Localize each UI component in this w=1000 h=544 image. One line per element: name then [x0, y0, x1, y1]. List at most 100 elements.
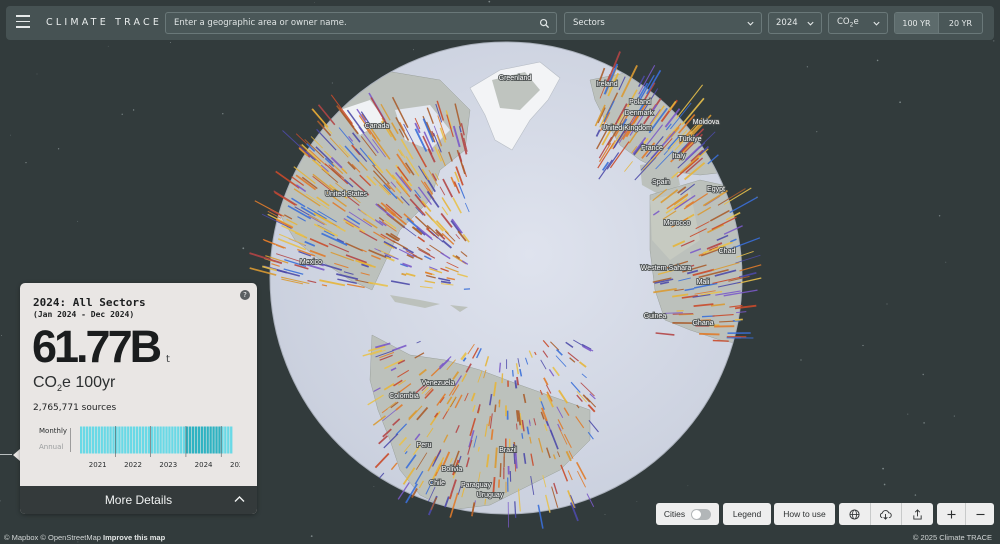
star	[922, 373, 924, 376]
emission-bar	[484, 498, 487, 505]
chart-bar	[85, 426, 89, 454]
year-label: 2024	[195, 461, 213, 469]
emission-bar	[516, 423, 518, 430]
annual-toggle[interactable]: Annual	[39, 443, 63, 451]
chart-bar	[135, 426, 139, 454]
chart-bar	[100, 426, 103, 454]
year-label: 2025	[230, 461, 240, 469]
emission-bar	[712, 339, 729, 342]
map-label: United Kingdom	[602, 125, 652, 132]
chart-bar	[185, 426, 189, 454]
map-label: Bolivia	[442, 466, 463, 473]
source-count: 2,765,771 sources	[33, 403, 117, 413]
search-input[interactable]	[174, 18, 529, 28]
chart-bar	[138, 426, 142, 454]
emission-bar	[282, 130, 309, 155]
gwp-20-button[interactable]: 20 YR	[939, 13, 982, 33]
chart-bar	[188, 426, 192, 454]
map-label: Uruguay	[477, 492, 504, 499]
legend-button[interactable]: Legend	[723, 503, 771, 525]
year-dropdown[interactable]: 2024	[768, 12, 822, 34]
map-label: Egypt	[707, 186, 725, 193]
chart-bar	[227, 426, 230, 454]
cloud-download-icon[interactable]	[871, 503, 902, 525]
help-icon[interactable]: ?	[240, 290, 250, 300]
chart-bar	[150, 426, 153, 454]
chart-bar	[191, 426, 195, 454]
gas-dropdown[interactable]: CO2e	[828, 12, 888, 34]
chart-bar	[165, 426, 168, 454]
star	[488, 0, 491, 3]
zoom-out-icon[interactable]	[966, 503, 994, 525]
star	[0, 500, 1, 502]
globe-map[interactable]: Greenland Canada United States Mexico Venezu…	[240, 30, 770, 540]
chart-bar	[221, 426, 224, 454]
copyright: © 2025 Climate TRACE	[912, 533, 992, 542]
chart-bar	[88, 426, 92, 454]
emission-bar	[514, 501, 517, 518]
how-to-use-button[interactable]: How to use	[774, 503, 835, 525]
chart-bar	[230, 426, 233, 454]
osm-link[interactable]: © OpenStreetMap	[40, 533, 101, 542]
map-label: Colombia	[389, 393, 419, 400]
star	[121, 113, 123, 115]
card-pointer	[13, 449, 20, 461]
total-emissions: 61.77B	[32, 321, 162, 372]
emission-bar	[646, 69, 662, 95]
share-icon[interactable]	[902, 503, 933, 525]
more-details-button[interactable]: More Details	[20, 486, 257, 514]
chart-bar	[127, 426, 130, 454]
chart-bar	[91, 426, 95, 454]
star	[132, 109, 135, 111]
emission-bar	[501, 373, 504, 384]
cities-switch[interactable]	[691, 508, 712, 520]
map-label: France	[641, 145, 663, 152]
zoom-controls	[937, 503, 994, 525]
gwp-100-button[interactable]: 100 YR	[895, 13, 938, 33]
map-label: Italy	[673, 153, 686, 160]
star	[907, 413, 909, 415]
emission-bar	[498, 399, 501, 408]
chart-bar	[159, 426, 162, 454]
chart-bar	[212, 426, 215, 454]
map-label: Chad	[719, 248, 736, 255]
globe-icon[interactable]	[839, 503, 870, 525]
star	[800, 359, 802, 361]
star	[938, 215, 941, 217]
chart-bar	[144, 426, 148, 454]
chart-bar	[80, 426, 83, 454]
chart-bar	[200, 426, 203, 454]
star	[886, 303, 888, 305]
improve-map-link[interactable]: Improve this map	[103, 533, 165, 542]
search-icon[interactable]	[539, 18, 550, 29]
chart-bar	[156, 426, 159, 454]
map-label: Ghana	[692, 320, 713, 327]
map-label: Brazil	[499, 447, 517, 454]
chart-bar	[97, 426, 100, 454]
cities-toggle[interactable]: Cities	[656, 503, 719, 525]
monthly-emissions-chart[interactable]: 2021 2022 2023 2024 2025	[70, 425, 240, 470]
star	[314, 2, 315, 3]
emission-bar	[514, 380, 518, 389]
star	[945, 261, 947, 263]
year-label: 2022	[124, 461, 142, 469]
emission-bar	[521, 433, 524, 439]
map-label: Western Sahara	[641, 265, 692, 272]
emission-bar	[699, 332, 720, 336]
chart-bar	[180, 426, 183, 454]
chart-bar	[209, 426, 212, 454]
app-logo[interactable]: CLIMATE TRACE	[46, 17, 162, 28]
chart-bar	[194, 426, 198, 454]
zoom-in-icon[interactable]	[937, 503, 965, 525]
date-range: (Jan 2024 - Dec 2024)	[33, 310, 135, 319]
chart-bar	[218, 426, 221, 454]
chart-bar	[118, 426, 121, 454]
emission-bar	[514, 451, 518, 469]
star	[107, 45, 109, 47]
monthly-toggle[interactable]: Monthly	[39, 427, 67, 435]
mapbox-link[interactable]: © Mapbox	[4, 533, 38, 542]
menu-icon[interactable]	[16, 15, 30, 28]
chart-bar	[153, 426, 156, 454]
chevron-down-icon	[747, 21, 754, 26]
emission-bar	[734, 318, 743, 321]
